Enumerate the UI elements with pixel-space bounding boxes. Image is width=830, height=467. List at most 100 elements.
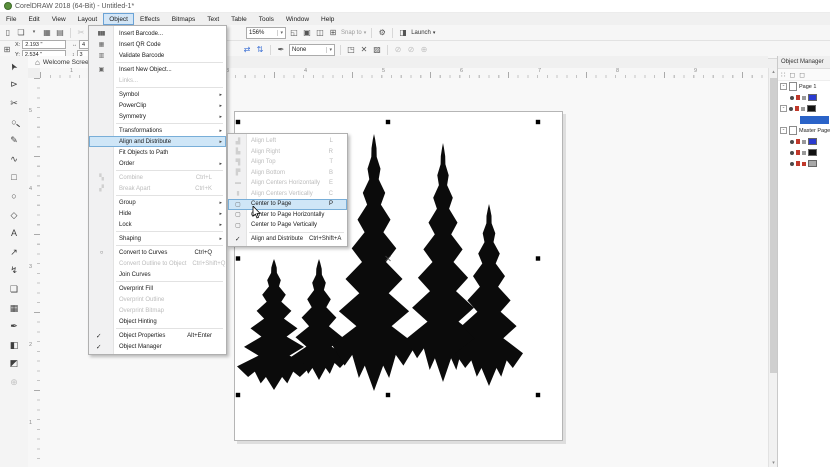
edit-pencil-icon[interactable] xyxy=(802,140,806,144)
link-icon[interactable]: ⊘ xyxy=(393,46,403,54)
layer-row-layer1[interactable]: - xyxy=(778,103,830,114)
menu-item[interactable]: ▮ Align Centers Vertically C xyxy=(228,189,347,200)
tree-node-master-page[interactable]: - Master Page xyxy=(778,125,830,136)
eyedropper-tool[interactable]: ✒ xyxy=(5,317,23,336)
menu-item[interactable]: ▢ Center to Page P xyxy=(228,199,347,210)
visibility-eye-icon[interactable] xyxy=(790,96,794,100)
tree-node-page1[interactable]: - Page 1 xyxy=(778,81,830,92)
visibility-eye-icon[interactable] xyxy=(790,162,794,166)
text-tool[interactable]: A xyxy=(5,224,23,243)
selection-handle[interactable] xyxy=(536,393,540,397)
show-guidelines-icon[interactable]: ⊞ xyxy=(328,29,338,37)
interactive-fill-tool[interactable]: ◧ xyxy=(5,336,23,355)
menubar-item[interactable]: Text xyxy=(201,13,225,25)
selection-handle[interactable] xyxy=(236,256,240,260)
menu-item[interactable]: Symmetry ▸ xyxy=(89,111,226,122)
crop-tool[interactable]: ✂ xyxy=(5,94,23,113)
menubar-item[interactable]: Tools xyxy=(253,13,280,25)
x-position-field[interactable]: 2.193 " xyxy=(22,40,66,49)
layer-row-guides[interactable] xyxy=(778,92,830,103)
options-gear-icon[interactable]: ⚙ xyxy=(377,29,387,37)
lock-icon[interactable] xyxy=(796,139,800,144)
lock-icon[interactable] xyxy=(795,106,799,111)
to-curve-icon[interactable]: ◳ xyxy=(346,46,356,54)
menu-item[interactable]: ▙ Align Right R xyxy=(228,147,347,158)
print-icon[interactable]: ▤ xyxy=(55,29,65,37)
edit-pencil-icon[interactable] xyxy=(802,162,806,166)
edit-pencil-icon[interactable] xyxy=(802,96,806,100)
polygon-tool[interactable]: ◇ xyxy=(5,206,23,225)
menu-item[interactable]: ▟ Align Left L xyxy=(228,136,347,147)
menu-item[interactable]: Object Hinting xyxy=(89,316,226,327)
rectangle-tool[interactable]: □ xyxy=(5,169,23,188)
show-grid-icon[interactable]: ◫ xyxy=(315,29,325,37)
menu-item[interactable]: Transformations ▸ xyxy=(89,125,226,136)
menubar-item[interactable]: View xyxy=(46,13,72,25)
target-icon[interactable]: ⊕ xyxy=(419,46,429,54)
menu-item[interactable]: ▥ Validate Barcode xyxy=(89,50,226,61)
outline-width-combo[interactable]: None ▾ xyxy=(289,44,335,56)
menu-item[interactable]: Hide ▸ xyxy=(89,208,226,219)
master-layer-row-grid[interactable] xyxy=(778,158,830,169)
save-icon[interactable]: ▦ xyxy=(42,29,52,37)
selection-handle[interactable] xyxy=(386,393,390,397)
open-dropdown-icon[interactable]: ▾ xyxy=(29,30,39,35)
unlink-icon[interactable]: ⊘ xyxy=(406,46,416,54)
zoom-level-combo[interactable]: 156% ▾ xyxy=(246,27,286,39)
menubar-item[interactable]: Layout xyxy=(72,13,104,25)
selection-handle[interactable] xyxy=(536,120,540,124)
menu-item[interactable]: ▚ Combine Ctrl+L xyxy=(89,172,226,183)
visibility-eye-icon[interactable] xyxy=(789,107,793,111)
selection-handle[interactable] xyxy=(236,120,240,124)
show-rulers-icon[interactable]: ▣ xyxy=(302,29,312,37)
menu-item[interactable]: ▦ Insert QR Code xyxy=(89,39,226,50)
menu-item[interactable]: ✓ Object Manager xyxy=(89,341,226,352)
menu-item[interactable]: ○ Convert to Curves Ctrl+Q xyxy=(89,247,226,258)
menu-item[interactable]: Shaping ▸ xyxy=(89,233,226,244)
lock-icon[interactable] xyxy=(796,95,800,100)
collapse-icon[interactable]: - xyxy=(780,105,787,112)
mirror-horizontal-icon[interactable]: ⇄ xyxy=(242,46,252,54)
dimension-tool[interactable]: ↗ xyxy=(5,243,23,262)
menu-item[interactable]: Symbol ▸ xyxy=(89,89,226,100)
menubar-item[interactable]: Help xyxy=(315,13,340,25)
visibility-eye-icon[interactable] xyxy=(790,151,794,155)
collapse-icon[interactable]: - xyxy=(780,127,787,134)
collapse-icon[interactable]: - xyxy=(780,83,787,90)
visibility-eye-icon[interactable] xyxy=(790,140,794,144)
show-object-properties-icon[interactable]: ◻ xyxy=(789,71,795,79)
transparency-tool[interactable]: ▦ xyxy=(5,299,23,318)
add-tools[interactable]: ⊕ xyxy=(5,373,23,392)
pine-tree-2[interactable] xyxy=(289,259,349,380)
menu-item[interactable]: ▢ Center to Page Horizontally xyxy=(228,210,347,221)
menu-item[interactable]: ▬ Align Centers Horizontally E xyxy=(228,178,347,189)
drop-shadow-tool[interactable]: ❏ xyxy=(5,280,23,299)
menu-item[interactable]: ✓ Align and Distribute Ctrl+Shift+A xyxy=(228,234,347,245)
launch-icon[interactable]: ◨ xyxy=(398,29,408,37)
menubar-item[interactable]: Bitmaps xyxy=(166,13,201,25)
edit-pencil-icon[interactable] xyxy=(801,107,805,111)
menu-item[interactable]: Overprint Fill xyxy=(89,283,226,294)
open-icon[interactable]: ❏ xyxy=(16,29,26,37)
menu-item[interactable]: ▮▮▮ Insert Barcode... xyxy=(89,28,226,39)
menu-item[interactable]: Convert Outline to Object Ctrl+Shift+Q xyxy=(89,258,226,269)
edit-across-layers-icon[interactable]: ◻ xyxy=(799,71,805,79)
shape-tool[interactable]: ⊳ xyxy=(5,76,23,95)
selected-object-row[interactable] xyxy=(778,114,830,125)
menu-item[interactable]: Overprint Bitmap xyxy=(89,305,226,316)
menubar-item[interactable]: Edit xyxy=(22,13,45,25)
new-document-icon[interactable]: ▯ xyxy=(3,29,13,37)
smart-fill-tool[interactable]: ◩ xyxy=(5,355,23,374)
selection-handle[interactable] xyxy=(236,393,240,397)
menu-item[interactable]: Order ▸ xyxy=(89,158,226,169)
menu-item[interactable]: ▛ Align Bottom B xyxy=(228,168,347,179)
pick-tool[interactable]: ➤ xyxy=(5,57,23,76)
cut-icon[interactable]: ✂ xyxy=(76,29,86,37)
pine-tree-1[interactable] xyxy=(237,259,311,390)
master-layer-row-desktop[interactable] xyxy=(778,147,830,158)
freehand-tool[interactable]: ✎ xyxy=(5,131,23,150)
menu-item[interactable]: Join Curves xyxy=(89,269,226,280)
menubar-item[interactable]: Table xyxy=(225,13,253,25)
lock-icon[interactable] xyxy=(796,161,800,166)
menu-item[interactable]: ▞ Break Apart Ctrl+K xyxy=(89,183,226,194)
